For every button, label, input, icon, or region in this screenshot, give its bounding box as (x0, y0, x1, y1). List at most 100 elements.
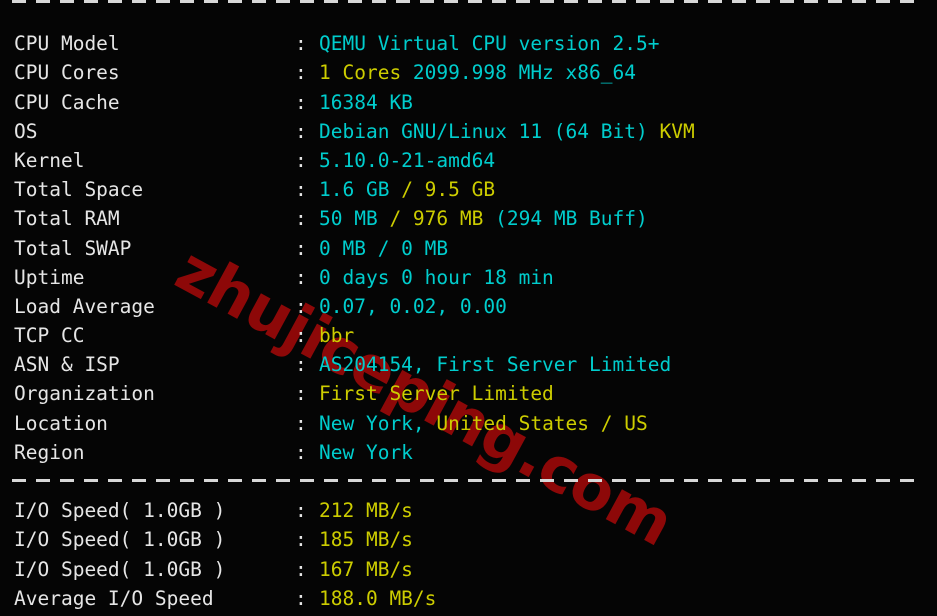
system-info-row: Kernel:5.10.0-21-amd64 (0, 146, 937, 175)
row-colon: : (295, 32, 307, 56)
row-colon: : (295, 265, 307, 289)
row-colon: : (295, 90, 307, 114)
value-segment: United States / US (436, 411, 648, 435)
row-value: AS204154, First Server Limited (319, 353, 671, 376)
io-speed-row: I/O Speed( 1.0GB ):185 MB/s (0, 525, 937, 554)
separator-rule (12, 479, 915, 482)
system-info-row: Uptime:0 days 0 hour 18 min (0, 263, 937, 292)
value-segment: New York (319, 440, 413, 464)
io-speed-row: I/O Speed( 1.0GB ):212 MB/s (0, 496, 937, 525)
system-info-row: CPU Cores:1 Cores 2099.998 MHz x86_64 (0, 58, 937, 87)
system-info-row: Total SWAP:0 MB / 0 MB (0, 234, 937, 263)
separator-rule (12, 0, 915, 3)
row-label: Kernel (14, 148, 85, 172)
row-colon: : (295, 499, 307, 523)
row-value: bbr (319, 324, 354, 347)
row-colon: : (295, 178, 307, 202)
value-segment: (294 MB Buff) (495, 207, 648, 231)
system-info-row: OS: Debian GNU/Linux 11 (64 Bit) KVM (0, 117, 937, 146)
row-label: CPU Cache (14, 90, 120, 114)
value-segment: AS204154, First Server Limited (319, 353, 672, 377)
row-colon: : (295, 236, 307, 260)
value-segment: / 976 MB (389, 207, 496, 231)
value-segment: First Server Limited (319, 382, 554, 406)
row-label: I/O Speed( 1.0GB ) (14, 499, 226, 523)
value-segment: 167 MB/s (319, 557, 413, 581)
value-segment: 5.10.0-21-amd64 (319, 148, 496, 172)
row-colon: : (295, 557, 307, 581)
value-segment: 0.07, 0.02, 0.00 (319, 294, 507, 318)
system-info-row: Load Average:0.07, 0.02, 0.00 (0, 292, 937, 321)
row-value: 0 days 0 hour 18 min (319, 266, 554, 289)
terminal-window: zhujiceping.com CPU Model: QEMU Virtual C… (0, 0, 937, 616)
row-label: Organization (14, 382, 155, 406)
system-info-row: ASN & ISP: AS204154, First Server Limited (0, 350, 937, 379)
row-value: 185 MB/s (319, 528, 413, 551)
row-value: 5.10.0-21-amd64 (319, 149, 495, 172)
row-value: Debian GNU/Linux 11 (64 Bit) KVM (319, 120, 695, 143)
row-label: Load Average (14, 294, 155, 318)
row-label: CPU Model (14, 32, 120, 56)
row-value: 212 MB/s (319, 499, 413, 522)
value-segment: 1 Cores (319, 61, 413, 85)
row-colon: : (295, 382, 307, 406)
system-info-row: CPU Model: QEMU Virtual CPU version 2.5+ (0, 29, 937, 58)
io-speed-block: I/O Speed( 1.0GB ):212 MB/s I/O Speed( 1.… (0, 496, 937, 613)
row-label: Total SWAP (14, 236, 132, 260)
row-value: 16384 KB (319, 91, 413, 114)
row-label: Region (14, 440, 85, 464)
row-colon: : (295, 353, 307, 377)
terminal-content: CPU Model: QEMU Virtual CPU version 2.5+ C… (0, 0, 937, 616)
row-label: OS (14, 119, 38, 143)
row-colon: : (295, 207, 307, 231)
row-label: CPU Cores (14, 61, 120, 85)
row-value: New York (319, 441, 413, 464)
row-colon: : (295, 586, 307, 610)
row-value: First Server Limited (319, 382, 554, 405)
io-speed-row: I/O Speed( 1.0GB ):167 MB/s (0, 555, 937, 584)
system-info-row: Organization: First Server Limited (0, 379, 937, 408)
value-segment: / (401, 178, 425, 202)
system-info-block: CPU Model: QEMU Virtual CPU version 2.5+ C… (0, 29, 937, 467)
value-segment: Debian GNU/Linux 11 (64 Bit) (319, 119, 660, 143)
row-label: ASN & ISP (14, 353, 120, 377)
value-segment: 9.5 GB (424, 178, 496, 202)
value-segment: 1.6 GB (319, 178, 402, 202)
row-colon: : (295, 294, 307, 318)
value-segment: 188.0 MB/s (319, 586, 437, 610)
row-value: 1.6 GB / 9.5 GB (319, 178, 495, 201)
value-segment: 185 MB/s (319, 528, 413, 552)
row-value: 0.07, 0.02, 0.00 (319, 295, 507, 318)
separator-middle (0, 467, 937, 496)
row-value: 167 MB/s (319, 558, 413, 581)
row-label: I/O Speed( 1.0GB ) (14, 557, 226, 581)
value-segment: bbr (319, 324, 355, 348)
value-segment: 0 MB / 0 MB (319, 236, 449, 260)
system-info-row: TCP CC: bbr (0, 321, 937, 350)
system-info-row: Total Space:1.6 GB / 9.5 GB (0, 175, 937, 204)
row-value: 0 MB / 0 MB (319, 237, 448, 260)
io-speed-row: Average I/O Speed:188.0 MB/s (0, 584, 937, 613)
value-segment: 212 MB/s (319, 499, 413, 523)
value-segment: KVM (659, 119, 695, 143)
row-label: Location (14, 411, 108, 435)
value-segment: 2099.998 MHz x86_64 (412, 61, 636, 85)
value-segment: New York, (319, 411, 437, 435)
row-colon: : (295, 411, 307, 435)
row-label: I/O Speed( 1.0GB ) (14, 528, 226, 552)
system-info-row: Total RAM:50 MB / 976 MB (294 MB Buff) (0, 204, 937, 233)
row-value: 188.0 MB/s (319, 587, 436, 610)
row-label: Total Space (14, 178, 144, 202)
value-segment: 0 days 0 hour 18 min (319, 265, 554, 289)
row-colon: : (295, 324, 307, 348)
value-segment: 50 MB (319, 207, 390, 231)
row-colon: : (295, 528, 307, 552)
row-label: Total RAM (14, 207, 120, 231)
system-info-row: Location: New York, United States / US (0, 409, 937, 438)
row-value: New York, United States / US (319, 412, 648, 435)
row-value: QEMU Virtual CPU version 2.5+ (319, 32, 659, 55)
value-segment: QEMU Virtual CPU version 2.5+ (319, 32, 660, 56)
row-label: TCP CC (14, 324, 85, 348)
system-info-row: Region: New York (0, 438, 937, 467)
row-label: Average I/O Speed (14, 586, 214, 610)
